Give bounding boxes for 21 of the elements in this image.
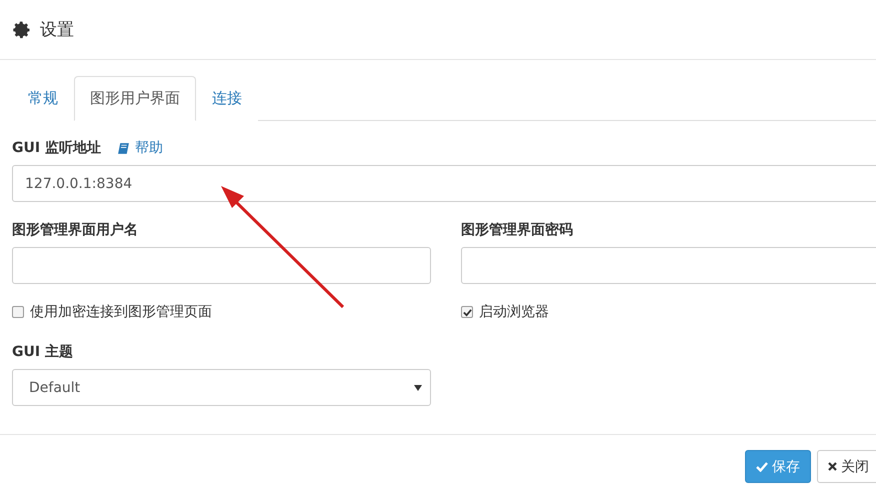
field-label: GUI 主题: [12, 343, 73, 361]
field-label: 图形管理界面密码: [461, 221, 573, 239]
checkbox[interactable]: [461, 306, 473, 318]
checkbox[interactable]: [12, 306, 24, 318]
settings-icon: [12, 20, 32, 40]
username-field[interactable]: [12, 247, 431, 284]
book-icon: [116, 142, 130, 154]
address-field[interactable]: 127.0.0.1:8384: [12, 165, 876, 202]
checkbox-label: 使用加密连接到图形管理页面: [30, 303, 212, 321]
theme-select[interactable]: Default: [12, 369, 431, 406]
caret-icon: [414, 384, 422, 390]
checkbox-label: 启动浏览器: [479, 303, 549, 321]
check-icon: [756, 462, 768, 472]
dialog-title: 设置: [40, 19, 74, 41]
field-label: GUI 监听地址: [12, 139, 101, 157]
tab[interactable]: 图形用户界面: [74, 76, 196, 121]
help-link[interactable]: 帮助: [116, 139, 163, 157]
field-label: 图形管理界面用户名: [12, 221, 138, 239]
close-icon: [828, 462, 837, 471]
password-field[interactable]: [461, 247, 876, 284]
close-button[interactable]: 关闭: [817, 450, 876, 483]
